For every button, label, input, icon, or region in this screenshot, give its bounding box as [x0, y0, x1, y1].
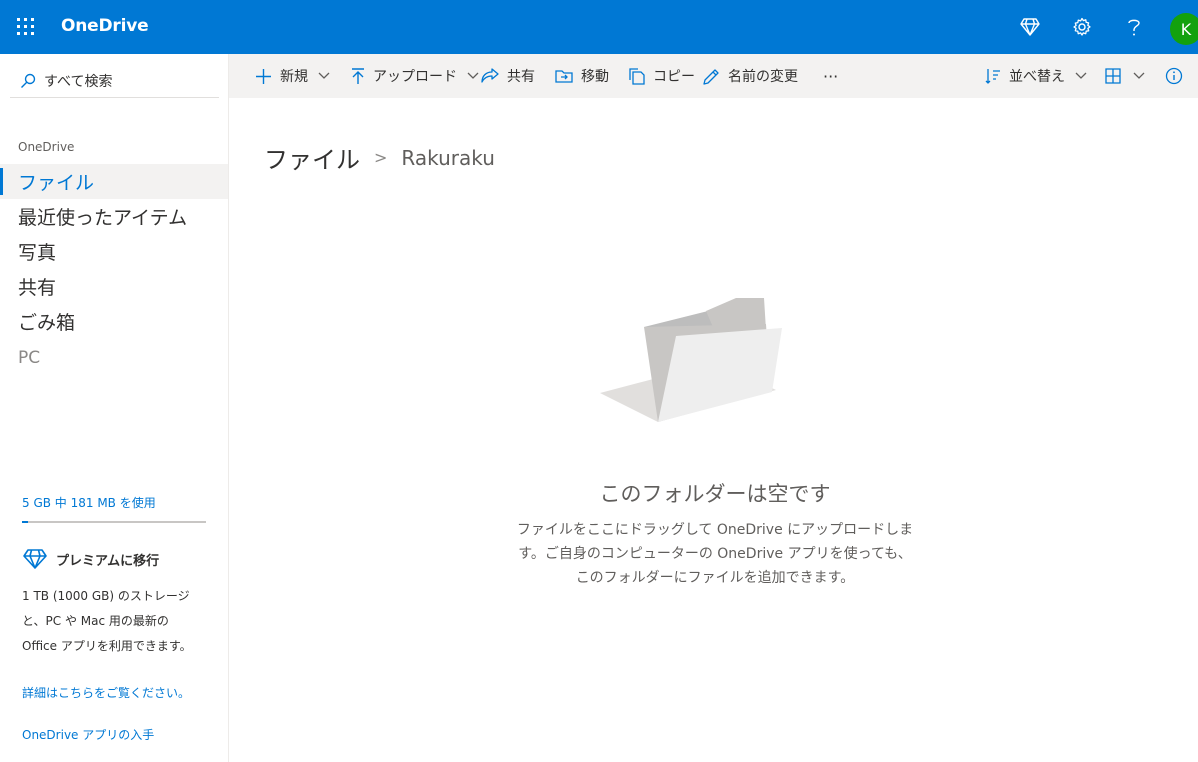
share-icon: [481, 68, 499, 83]
diamond-icon: [23, 549, 47, 569]
view-options-button[interactable]: [1105, 54, 1145, 98]
copy-icon: [629, 67, 645, 85]
copy-label: コピー: [653, 69, 695, 85]
sidebar-item-recycle-bin[interactable]: ごみ箱: [0, 304, 228, 339]
search-box[interactable]: すべて検索: [10, 64, 219, 98]
move-icon: [555, 70, 573, 83]
chevron-down-icon: [318, 72, 330, 79]
premium-upgrade[interactable]: プレミアムに移行: [22, 548, 159, 570]
chevron-down-icon: [467, 72, 479, 79]
command-bar: 新規 アップロード 共有 移動 コピー 名前の変更 ··· 並べ替え: [229, 54, 1198, 98]
sidebar-item-shared[interactable]: 共有: [0, 269, 228, 304]
breadcrumb-separator: >: [374, 148, 388, 167]
storage-progress-bar: [22, 521, 206, 523]
more-button[interactable]: ···: [823, 54, 838, 98]
upload-label: アップロード: [373, 69, 457, 85]
share-button[interactable]: 共有: [481, 54, 535, 98]
sidebar-item-photos[interactable]: 写真: [0, 234, 228, 269]
move-button[interactable]: 移動: [555, 54, 609, 98]
gear-icon[interactable]: [1068, 13, 1096, 41]
breadcrumb: ファイル > Rakuraku: [264, 140, 495, 175]
waffle-icon[interactable]: [17, 18, 35, 36]
avatar[interactable]: K: [1170, 13, 1198, 45]
sort-button[interactable]: 並べ替え: [985, 54, 1087, 98]
copy-button[interactable]: コピー: [629, 54, 695, 98]
sort-label: 並べ替え: [1009, 69, 1065, 85]
upload-icon: [352, 67, 364, 84]
grid-view-icon: [1105, 68, 1121, 84]
get-app-link[interactable]: OneDrive アプリの入手: [22, 726, 154, 743]
new-label: 新規: [280, 69, 308, 85]
empty-desc-line2: す。ご自身のコンピューターの OneDrive アプリを使っても、: [518, 546, 912, 562]
new-button[interactable]: 新規: [255, 54, 330, 98]
app-title[interactable]: OneDrive: [61, 16, 149, 36]
premium-label: プレミアムに移行: [56, 553, 160, 569]
sidebar: すべて検索 OneDrive ファイル 最近使ったアイテム 写真 共有 ごみ箱 …: [0, 54, 229, 762]
empty-desc-line1: ファイルをここにドラッグして OneDrive にアップロードしま: [516, 522, 914, 538]
info-button[interactable]: [1165, 54, 1191, 98]
share-label: 共有: [507, 69, 535, 85]
help-icon[interactable]: [1120, 13, 1148, 41]
sidebar-item-files[interactable]: ファイル: [0, 164, 228, 199]
storage-progress-fill: [22, 521, 29, 523]
empty-folder-description: ファイルをここにドラッグして OneDrive にアップロードしま す。ご自身の…: [490, 518, 940, 590]
details-link[interactable]: 詳細はこちらをご覧ください。: [22, 684, 190, 701]
empty-folder-title: このフォルダーは空です: [599, 482, 831, 506]
diamond-icon[interactable]: [1016, 13, 1044, 41]
breadcrumb-root[interactable]: ファイル: [264, 140, 360, 175]
pencil-icon: [703, 68, 719, 85]
search-placeholder: すべて検索: [44, 73, 113, 90]
empty-desc-line3: このフォルダーにファイルを追加できます。: [575, 570, 855, 586]
sort-icon: [985, 69, 1000, 84]
upload-button[interactable]: アップロード: [351, 54, 479, 98]
chevron-down-icon: [1133, 72, 1145, 79]
rename-button[interactable]: 名前の変更: [703, 54, 798, 98]
storage-usage-link[interactable]: 5 GB 中 181 MB を使用: [22, 494, 156, 511]
empty-folder-illustration: [600, 298, 782, 422]
top-header: OneDrive K: [0, 0, 1198, 54]
nav-section-title: OneDrive: [18, 140, 75, 154]
breadcrumb-current[interactable]: Rakuraku: [401, 146, 494, 170]
rename-label: 名前の変更: [728, 69, 798, 85]
info-icon: [1165, 67, 1183, 85]
search-icon: [21, 73, 36, 88]
chevron-down-icon: [1075, 72, 1087, 79]
sidebar-item-recent[interactable]: 最近使ったアイテム: [0, 199, 228, 234]
sidebar-item-pc[interactable]: PC: [0, 340, 228, 375]
premium-description: 1 TB (1000 GB) のストレージと、PC や Mac 用の最新の Of…: [22, 589, 192, 653]
plus-icon: [256, 68, 271, 84]
move-label: 移動: [581, 69, 609, 85]
